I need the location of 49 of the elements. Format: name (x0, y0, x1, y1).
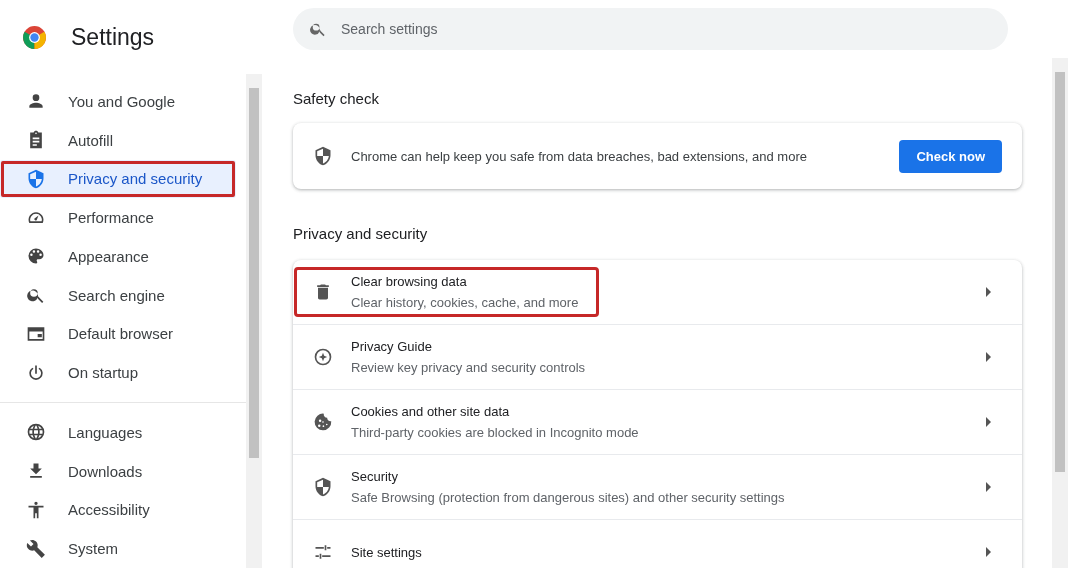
shield-icon (313, 146, 333, 166)
shield-icon (313, 477, 333, 497)
compass-icon (313, 347, 333, 367)
row-title: Privacy Guide (351, 339, 433, 354)
row-title: Security (351, 469, 399, 484)
row-subtitle: Clear history, cookies, cache, and more (351, 295, 579, 310)
sidebar-item[interactable]: Downloads (0, 451, 236, 491)
sidebar-item[interactable]: Autofill (0, 120, 236, 160)
settings-row[interactable]: Security Safe Browsing (protection from dangerous sites) and other security settings (293, 454, 1022, 519)
row-subtitle: Review key privacy and security controls (351, 360, 586, 375)
shield-icon (26, 168, 46, 189)
section-heading: Safety check (293, 90, 380, 107)
sidebar-item[interactable]: Default browser (0, 314, 236, 354)
sidebar-item[interactable]: You and Google (0, 82, 236, 121)
sidebar-item[interactable]: Appearance (0, 237, 236, 276)
safety-check-text: Chrome can help keep you safe from data breaches, bad extensions, and more (351, 148, 808, 164)
row-title: Clear browsing data (351, 274, 468, 289)
sidebar-item[interactable]: Accessibility (0, 490, 236, 530)
sidebar-item[interactable]: System (0, 529, 236, 568)
row-title: Cookies and other site data (351, 404, 511, 419)
page-title: Settings (71, 23, 155, 51)
row-subtitle: Safe Browsing (protection from dangerous sites) and other security settings (351, 490, 785, 505)
sidebar-item[interactable]: Performance (0, 198, 236, 237)
arrow-right-icon (986, 547, 992, 557)
cookie-icon (313, 412, 333, 432)
row-title: Site settings (351, 544, 422, 560)
arrow-right-icon (986, 482, 992, 492)
sidebar-item[interactable]: Languages (0, 413, 236, 452)
arrow-right-icon (986, 287, 992, 297)
sidebar-item[interactable]: Search engine (0, 275, 236, 315)
search-field[interactable]: Search settings (293, 8, 1008, 50)
row-subtitle: Third-party cookies are blocked in Incognito mode (351, 425, 639, 440)
browser-logo-icon (22, 24, 47, 50)
sidebar-item[interactable]: On startup (0, 353, 236, 392)
globe-icon (26, 422, 46, 443)
sliders-icon (313, 542, 333, 562)
arrow-right-icon (986, 352, 992, 362)
sidebar-item[interactable]: Privacy and security (0, 159, 236, 199)
sidebar-scrollbar[interactable] (246, 74, 262, 568)
settings-row[interactable]: Clear browsing data Clear history, cookies, cache, and more (293, 260, 1022, 324)
settings-row[interactable]: Privacy Guide Review key privacy and security controls (293, 324, 1022, 389)
check-now-button[interactable]: Check now (899, 139, 1002, 173)
settings-row[interactable]: Site settings (293, 519, 1022, 568)
wrench-icon (26, 538, 46, 559)
settings-row[interactable]: Cookies and other site data Third-party cookies are blocked in Incognito mode (293, 389, 1022, 454)
page-scrollbar[interactable] (1052, 58, 1068, 568)
section-heading: Privacy and security (293, 225, 429, 242)
accessibility-icon (26, 499, 46, 520)
arrow-right-icon (986, 417, 992, 427)
